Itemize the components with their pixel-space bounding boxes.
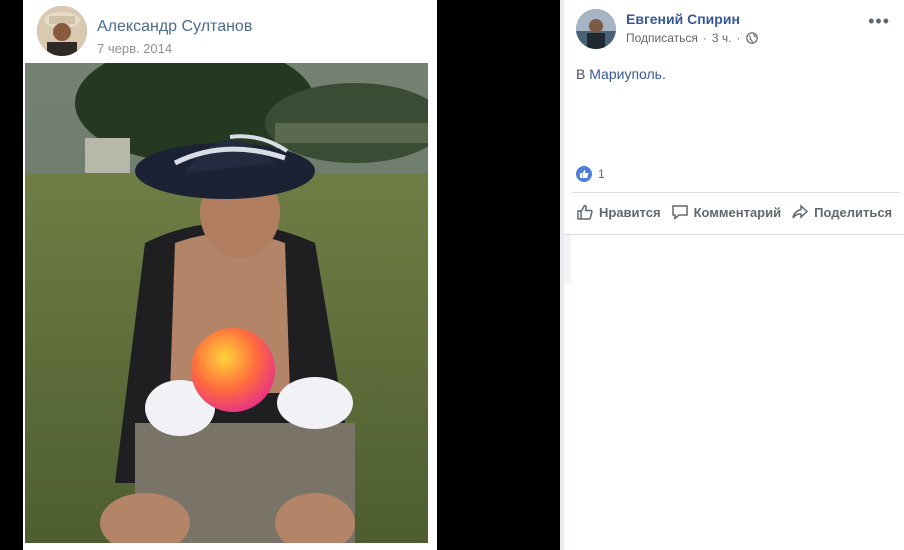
share-label: Поделиться (814, 204, 893, 220)
background-left (0, 0, 23, 550)
meta-separator: · (702, 31, 707, 45)
action-bar: Нравится Комментарий Поделиться (576, 203, 892, 221)
photo-post-card: Александр Султанов 7 черв. 2014 (23, 0, 437, 550)
avatar[interactable] (576, 9, 616, 49)
like-label: Нравится (599, 204, 661, 220)
post-text: В Мариуполь. (576, 66, 666, 82)
globe-icon[interactable] (745, 32, 758, 44)
divider (564, 234, 904, 235)
post-meta: Подписаться · 3 ч. · (626, 31, 758, 45)
post-header: Александр Султанов 7 черв. 2014 (37, 6, 427, 58)
subscribe-link[interactable]: Подписаться (626, 31, 698, 45)
comments-area (564, 235, 571, 283)
background-gap (437, 0, 560, 550)
author-name[interactable]: Евгений Спирин (626, 11, 740, 27)
more-options-button[interactable]: ••• (868, 11, 890, 32)
author-name[interactable]: Александр Султанов (97, 18, 252, 36)
post-text-prefix: В (576, 66, 590, 82)
like-count[interactable]: 1 (598, 167, 605, 181)
like-reaction-icon (576, 166, 592, 182)
divider (572, 192, 900, 193)
comment-button[interactable]: Комментарий (671, 203, 782, 221)
post-time[interactable]: 3 ч. (712, 31, 732, 45)
meta-separator: · (736, 31, 741, 45)
text-post-card: Евгений Спирин Подписаться · 3 ч. · ••• … (560, 0, 904, 550)
comment-label: Комментарий (693, 204, 782, 220)
post-photo[interactable] (25, 63, 428, 543)
share-button[interactable]: Поделиться (791, 203, 892, 221)
post-text-suffix: . (661, 66, 666, 82)
comment-icon (671, 205, 688, 221)
location-link[interactable]: Мариуполь (589, 66, 662, 82)
share-icon (792, 204, 809, 219)
avatar[interactable] (37, 6, 87, 56)
reactions-summary[interactable]: 1 (576, 166, 605, 182)
thumbs-up-icon (577, 204, 593, 220)
post-date[interactable]: 7 черв. 2014 (97, 41, 172, 56)
like-button[interactable]: Нравится (576, 203, 661, 221)
